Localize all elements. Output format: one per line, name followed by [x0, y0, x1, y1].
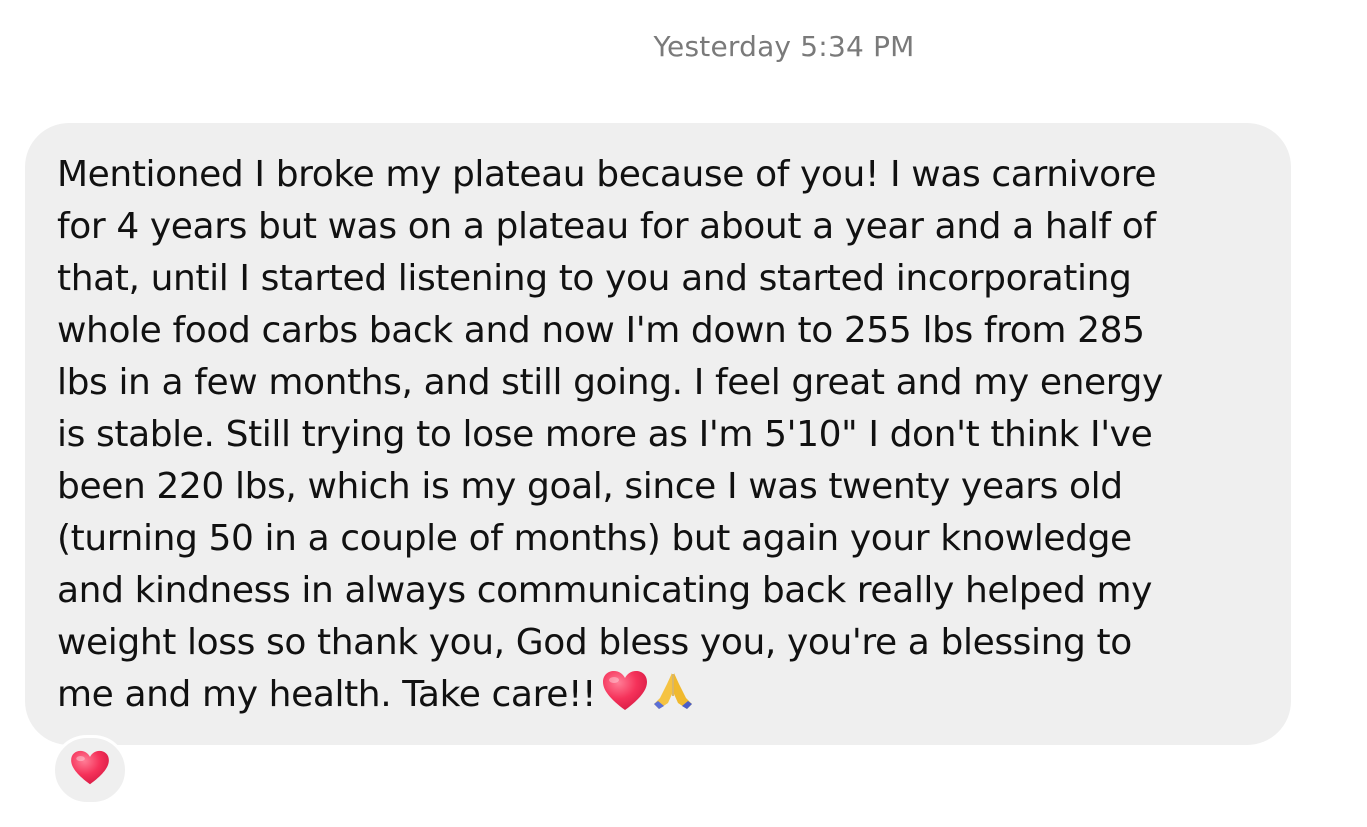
message-line: that, until I started listening to you a… — [57, 258, 1132, 299]
heart-icon — [70, 750, 110, 790]
heart-reaction-badge[interactable] — [52, 735, 128, 805]
message-timestamp: Yesterday 5:34 PM — [653, 30, 915, 63]
folded-hands-icon — [650, 670, 696, 727]
message-line: weight loss so thank you, God bless you,… — [57, 622, 1132, 663]
message-line: is stable. Still trying to lose more as … — [57, 414, 1153, 455]
message-line: and kindness in always communicating bac… — [57, 570, 1153, 611]
message-line: for 4 years but was on a plateau for abo… — [57, 206, 1156, 247]
message-line-text: me and my health. Take care!! — [57, 674, 597, 715]
message-body: Mentioned I broke my plateau because of … — [57, 149, 1261, 727]
received-message-bubble[interactable]: Mentioned I broke my plateau because of … — [25, 123, 1291, 745]
message-line: whole food carbs back and now I'm down t… — [57, 310, 1145, 351]
message-line: (turning 50 in a couple of months) but a… — [57, 518, 1132, 559]
heart-icon — [602, 670, 648, 727]
timestamp-header: Yesterday 5:34 PM — [0, 0, 1367, 100]
message-line: lbs in a few months, and still going. I … — [57, 362, 1163, 403]
message-last-line: me and my health. Take care!! — [57, 669, 1261, 727]
message-line: Mentioned I broke my plateau because of … — [57, 154, 1157, 195]
message-line: been 220 lbs, which is my goal, since I … — [57, 466, 1123, 507]
